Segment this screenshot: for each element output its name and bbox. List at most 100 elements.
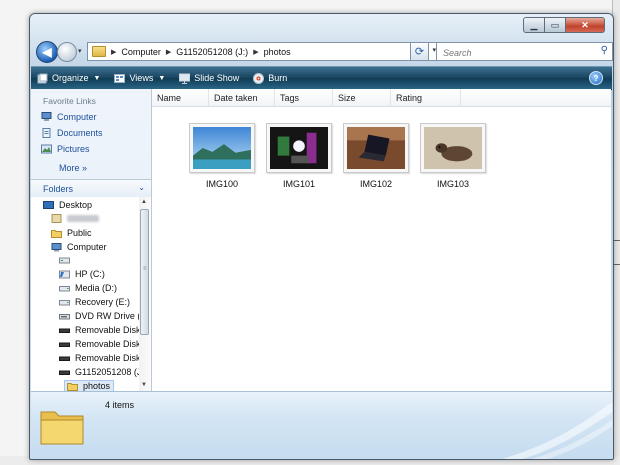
tree-item-drive-d[interactable]: Media (D:)	[59, 283, 117, 293]
favorite-link-pictures[interactable]: Pictures	[41, 144, 90, 154]
column-header-tags[interactable]: Tags	[275, 89, 333, 106]
column-label: Tags	[280, 93, 300, 103]
address-bar[interactable]: ▶ Computer ▶ G1152051208 (J:) ▶ photos ▾	[87, 42, 440, 61]
command-toolbar: Organize ▼ Views ▼ Slide Show Burn ?	[31, 66, 612, 90]
organize-label: Organize	[52, 73, 89, 83]
tree-item-computer[interactable]: Computer	[51, 242, 107, 252]
chevron-down-icon: ▼	[93, 74, 101, 82]
blurred-username	[67, 215, 99, 222]
tree-item-label: Desktop	[59, 200, 93, 210]
double-chevron-icon: »	[82, 163, 88, 173]
folder-icon	[92, 46, 106, 57]
thumbnail-frame	[343, 123, 409, 173]
column-label: Name	[157, 93, 182, 103]
background-mark	[614, 240, 620, 241]
navigation-bar: ◀ ▾ ▶ Computer ▶ G1152051208 (J:) ▶ phot…	[35, 40, 613, 64]
removable-icon	[59, 342, 70, 347]
tree-item-desktop[interactable]: Desktop	[43, 200, 92, 210]
tree-item-public[interactable]: Public	[51, 228, 92, 238]
favorite-link-computer[interactable]: Computer	[41, 112, 97, 122]
views-button[interactable]: Views ▼	[108, 68, 173, 88]
breadcrumb-computer[interactable]: Computer	[121, 47, 161, 57]
breadcrumb-separator-icon[interactable]: ▶	[111, 48, 116, 56]
favorite-label: Documents	[57, 128, 103, 138]
organize-button[interactable]: Organize ▼	[31, 68, 108, 88]
navigation-pane: Favorite Links Computer Documents Pictur…	[31, 89, 152, 391]
slideshow-label: Slide Show	[194, 73, 240, 83]
decorative-swoosh	[502, 402, 612, 459]
tree-item-removable-1[interactable]: Removable Disk	[59, 325, 139, 335]
sort-ascending-icon: ^	[178, 87, 181, 93]
folder-tree: Desktop Public Computer HP (C:) Media (D…	[31, 197, 139, 391]
tree-item-network-drive[interactable]	[59, 256, 75, 265]
tree-item-drive-j[interactable]: G1152051208 (J:)	[59, 367, 139, 377]
help-icon[interactable]: ?	[589, 71, 603, 85]
tree-item-drive-e[interactable]: Recovery (E:)	[59, 297, 130, 307]
folder-tree-scrollbar[interactable]: ▲ ≡ ▼	[139, 197, 151, 391]
views-icon	[114, 73, 126, 83]
breadcrumb-drive[interactable]: G1152051208 (J:)	[176, 47, 248, 57]
tree-item-label: photos	[83, 381, 111, 391]
folders-header[interactable]: Folders ⌄	[31, 179, 151, 199]
tree-item-label: Removable Disk	[75, 353, 139, 363]
background-mark	[614, 264, 620, 265]
folder-icon	[51, 229, 62, 238]
views-label: Views	[129, 73, 154, 83]
forward-button[interactable]	[57, 42, 77, 62]
file-list: ^ Name Date taken Tags Size Rating IMG10…	[152, 87, 611, 391]
tree-item-label: DVD RW Drive (F	[75, 311, 139, 321]
breadcrumb-photos[interactable]: photos	[264, 47, 291, 57]
maximize-button[interactable]: ▭	[545, 17, 566, 33]
grip-icon: ≡	[143, 266, 147, 272]
details-pane: 4 items	[31, 391, 612, 459]
tree-item-user[interactable]	[51, 214, 99, 223]
file-item-img100[interactable]: IMG100	[189, 123, 259, 189]
scroll-down-icon[interactable]: ▼	[141, 382, 147, 388]
favorite-links-heading: Favorite Links	[43, 96, 96, 106]
close-button[interactable]: ✕	[566, 17, 605, 33]
breadcrumb-separator-icon[interactable]: ▶	[253, 48, 258, 56]
tree-item-dvd-drive[interactable]: DVD RW Drive (F	[59, 311, 139, 321]
scrollbar-thumb[interactable]: ≡	[140, 209, 149, 335]
chevron-down-icon: ⌄	[138, 183, 145, 192]
tree-item-drive-c[interactable]: HP (C:)	[59, 269, 105, 279]
thumbnail-frame	[266, 123, 332, 173]
tree-item-label: Removable Disk	[75, 339, 139, 349]
network-icon	[59, 257, 70, 264]
file-name: IMG100	[205, 179, 238, 189]
folders-label: Folders	[43, 184, 74, 194]
column-header-date-taken[interactable]: Date taken	[209, 89, 275, 106]
dog-thumbnail	[424, 127, 482, 169]
tree-item-removable-2[interactable]: Removable Disk	[59, 339, 139, 349]
search-input[interactable]	[441, 44, 585, 61]
computer-icon	[51, 242, 62, 251]
favorite-link-documents[interactable]: Documents	[41, 128, 103, 138]
scroll-up-icon[interactable]: ▲	[141, 199, 147, 205]
file-item-img101[interactable]: IMG101	[266, 123, 336, 189]
removable-icon	[59, 370, 70, 375]
chevron-down-icon: ▼	[158, 74, 166, 82]
documents-icon	[42, 128, 51, 138]
back-button[interactable]: ◀	[36, 41, 58, 63]
file-item-img102[interactable]: IMG102	[343, 123, 413, 189]
folder-icon	[40, 411, 84, 445]
column-header-size[interactable]: Size	[333, 89, 391, 106]
file-name: IMG101	[282, 179, 315, 189]
search-box[interactable]: ⚲	[436, 42, 613, 61]
column-header-rating[interactable]: Rating	[391, 89, 461, 106]
minimize-button[interactable]: ▁	[523, 17, 545, 33]
refresh-button[interactable]: ⟳	[410, 42, 429, 61]
column-header-name[interactable]: ^ Name	[152, 87, 209, 106]
file-name: IMG103	[436, 179, 469, 189]
tree-item-removable-3[interactable]: Removable Disk	[59, 353, 139, 363]
search-icon[interactable]: ⚲	[601, 45, 608, 56]
tree-item-label: Media (D:)	[75, 283, 118, 293]
tree-item-photos[interactable]: photos	[64, 380, 115, 391]
burn-label: Burn	[268, 73, 288, 83]
burn-button[interactable]: Burn	[247, 68, 295, 88]
recent-pages-dropdown[interactable]: ▾	[78, 47, 82, 55]
more-link[interactable]: More »	[59, 163, 87, 173]
breadcrumb-separator-icon[interactable]: ▶	[166, 48, 171, 56]
file-item-img103[interactable]: IMG103	[420, 123, 490, 189]
slideshow-button[interactable]: Slide Show	[173, 68, 247, 88]
